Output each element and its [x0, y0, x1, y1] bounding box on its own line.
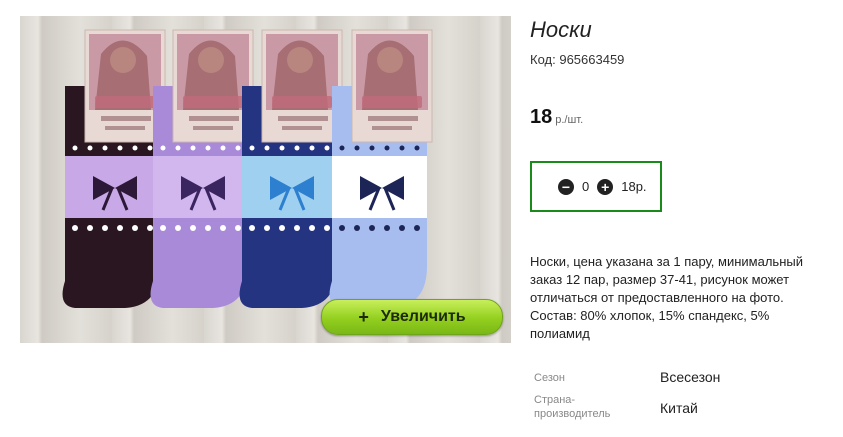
product-photo[interactable]: + Увеличить [20, 16, 511, 343]
sock-dot [249, 145, 255, 151]
sock-dot [294, 225, 300, 231]
sock-dot [147, 225, 153, 231]
plus-circle-icon[interactable]: + [597, 178, 614, 195]
sock-dot [309, 145, 315, 151]
code-label: Код: [530, 52, 556, 67]
product-title: Носки [530, 17, 592, 42]
sock-dot [249, 225, 255, 231]
quantity-stepper: − 0 + 18р. [530, 161, 662, 212]
sock-dot [324, 225, 330, 231]
zoom-button-label: Увеличить [380, 308, 466, 325]
minus-circle-icon[interactable]: − [558, 178, 574, 195]
sock-dot [235, 145, 241, 151]
label-brand [183, 96, 243, 108]
sock-dot [279, 145, 285, 151]
sock-dot [175, 225, 181, 231]
quantity-value: 0 [582, 179, 590, 194]
sock-dot [117, 145, 123, 151]
sock-dot [279, 225, 285, 231]
sock-dot [102, 145, 108, 151]
sock-dot [264, 145, 270, 151]
sock-dot [369, 225, 375, 231]
sock-dot [235, 225, 241, 231]
sock-dot [264, 225, 270, 231]
sock-dot [384, 145, 390, 151]
sock-dot [175, 145, 181, 151]
label-line [193, 126, 233, 130]
price-unit: р./шт. [555, 114, 584, 126]
label-brand [362, 96, 422, 108]
sock-dot [354, 225, 360, 231]
sock-dot [324, 145, 330, 151]
sock-dot [190, 145, 196, 151]
spec-value-country: Китай [660, 400, 698, 416]
spec-label-season: Сезон [534, 372, 565, 384]
sock-dot [339, 145, 345, 151]
sock-dot [294, 145, 300, 151]
code-value: 965663459 [559, 52, 625, 67]
label-line [368, 116, 418, 121]
sock-dot [117, 225, 123, 231]
sock-dot [147, 145, 153, 151]
sock-dot [414, 145, 420, 151]
label-line [105, 126, 145, 130]
sock-dot [354, 145, 360, 151]
label-line [372, 126, 412, 130]
product-description: Носки, цена указана за 1 пару, минимальн… [530, 254, 803, 341]
sock-dot [384, 225, 390, 231]
sock-dot [339, 225, 345, 231]
label-line [282, 126, 322, 130]
sock-dot [205, 225, 211, 231]
sock-dot [190, 225, 196, 231]
sock-dot [414, 225, 420, 231]
socks-illustration [62, 29, 433, 308]
plus-icon: + [358, 306, 369, 327]
quantity-sum: 18р. [621, 179, 647, 194]
sock-dot [205, 145, 211, 151]
sock-dot [132, 225, 138, 231]
label-line [101, 116, 151, 121]
sock-dot [160, 225, 166, 231]
price: 18 р./шт. [530, 106, 583, 129]
sock-dot [399, 225, 405, 231]
sock-dot [72, 225, 78, 231]
label-brand [95, 96, 155, 108]
label-line [189, 116, 239, 121]
spec-value-season: Всесезон [660, 369, 721, 385]
price-value: 18 [530, 106, 553, 128]
label-line [278, 116, 328, 121]
sock-dot [87, 145, 93, 151]
sock-dot [87, 225, 93, 231]
sock-dot [399, 145, 405, 151]
product-code: Код: 965663459 [530, 52, 624, 67]
sock-dot [160, 145, 166, 151]
zoom-button[interactable]: + Увеличить [321, 299, 503, 335]
spec-label-country: Страна-производитель [534, 394, 611, 420]
sock-dot [220, 225, 226, 231]
sock-dot [72, 145, 78, 151]
sock-dot [309, 225, 315, 231]
sock-dot [102, 225, 108, 231]
sock-dot [132, 145, 138, 151]
sock-dot [369, 145, 375, 151]
label-brand [272, 96, 332, 108]
sock-dot [220, 145, 226, 151]
